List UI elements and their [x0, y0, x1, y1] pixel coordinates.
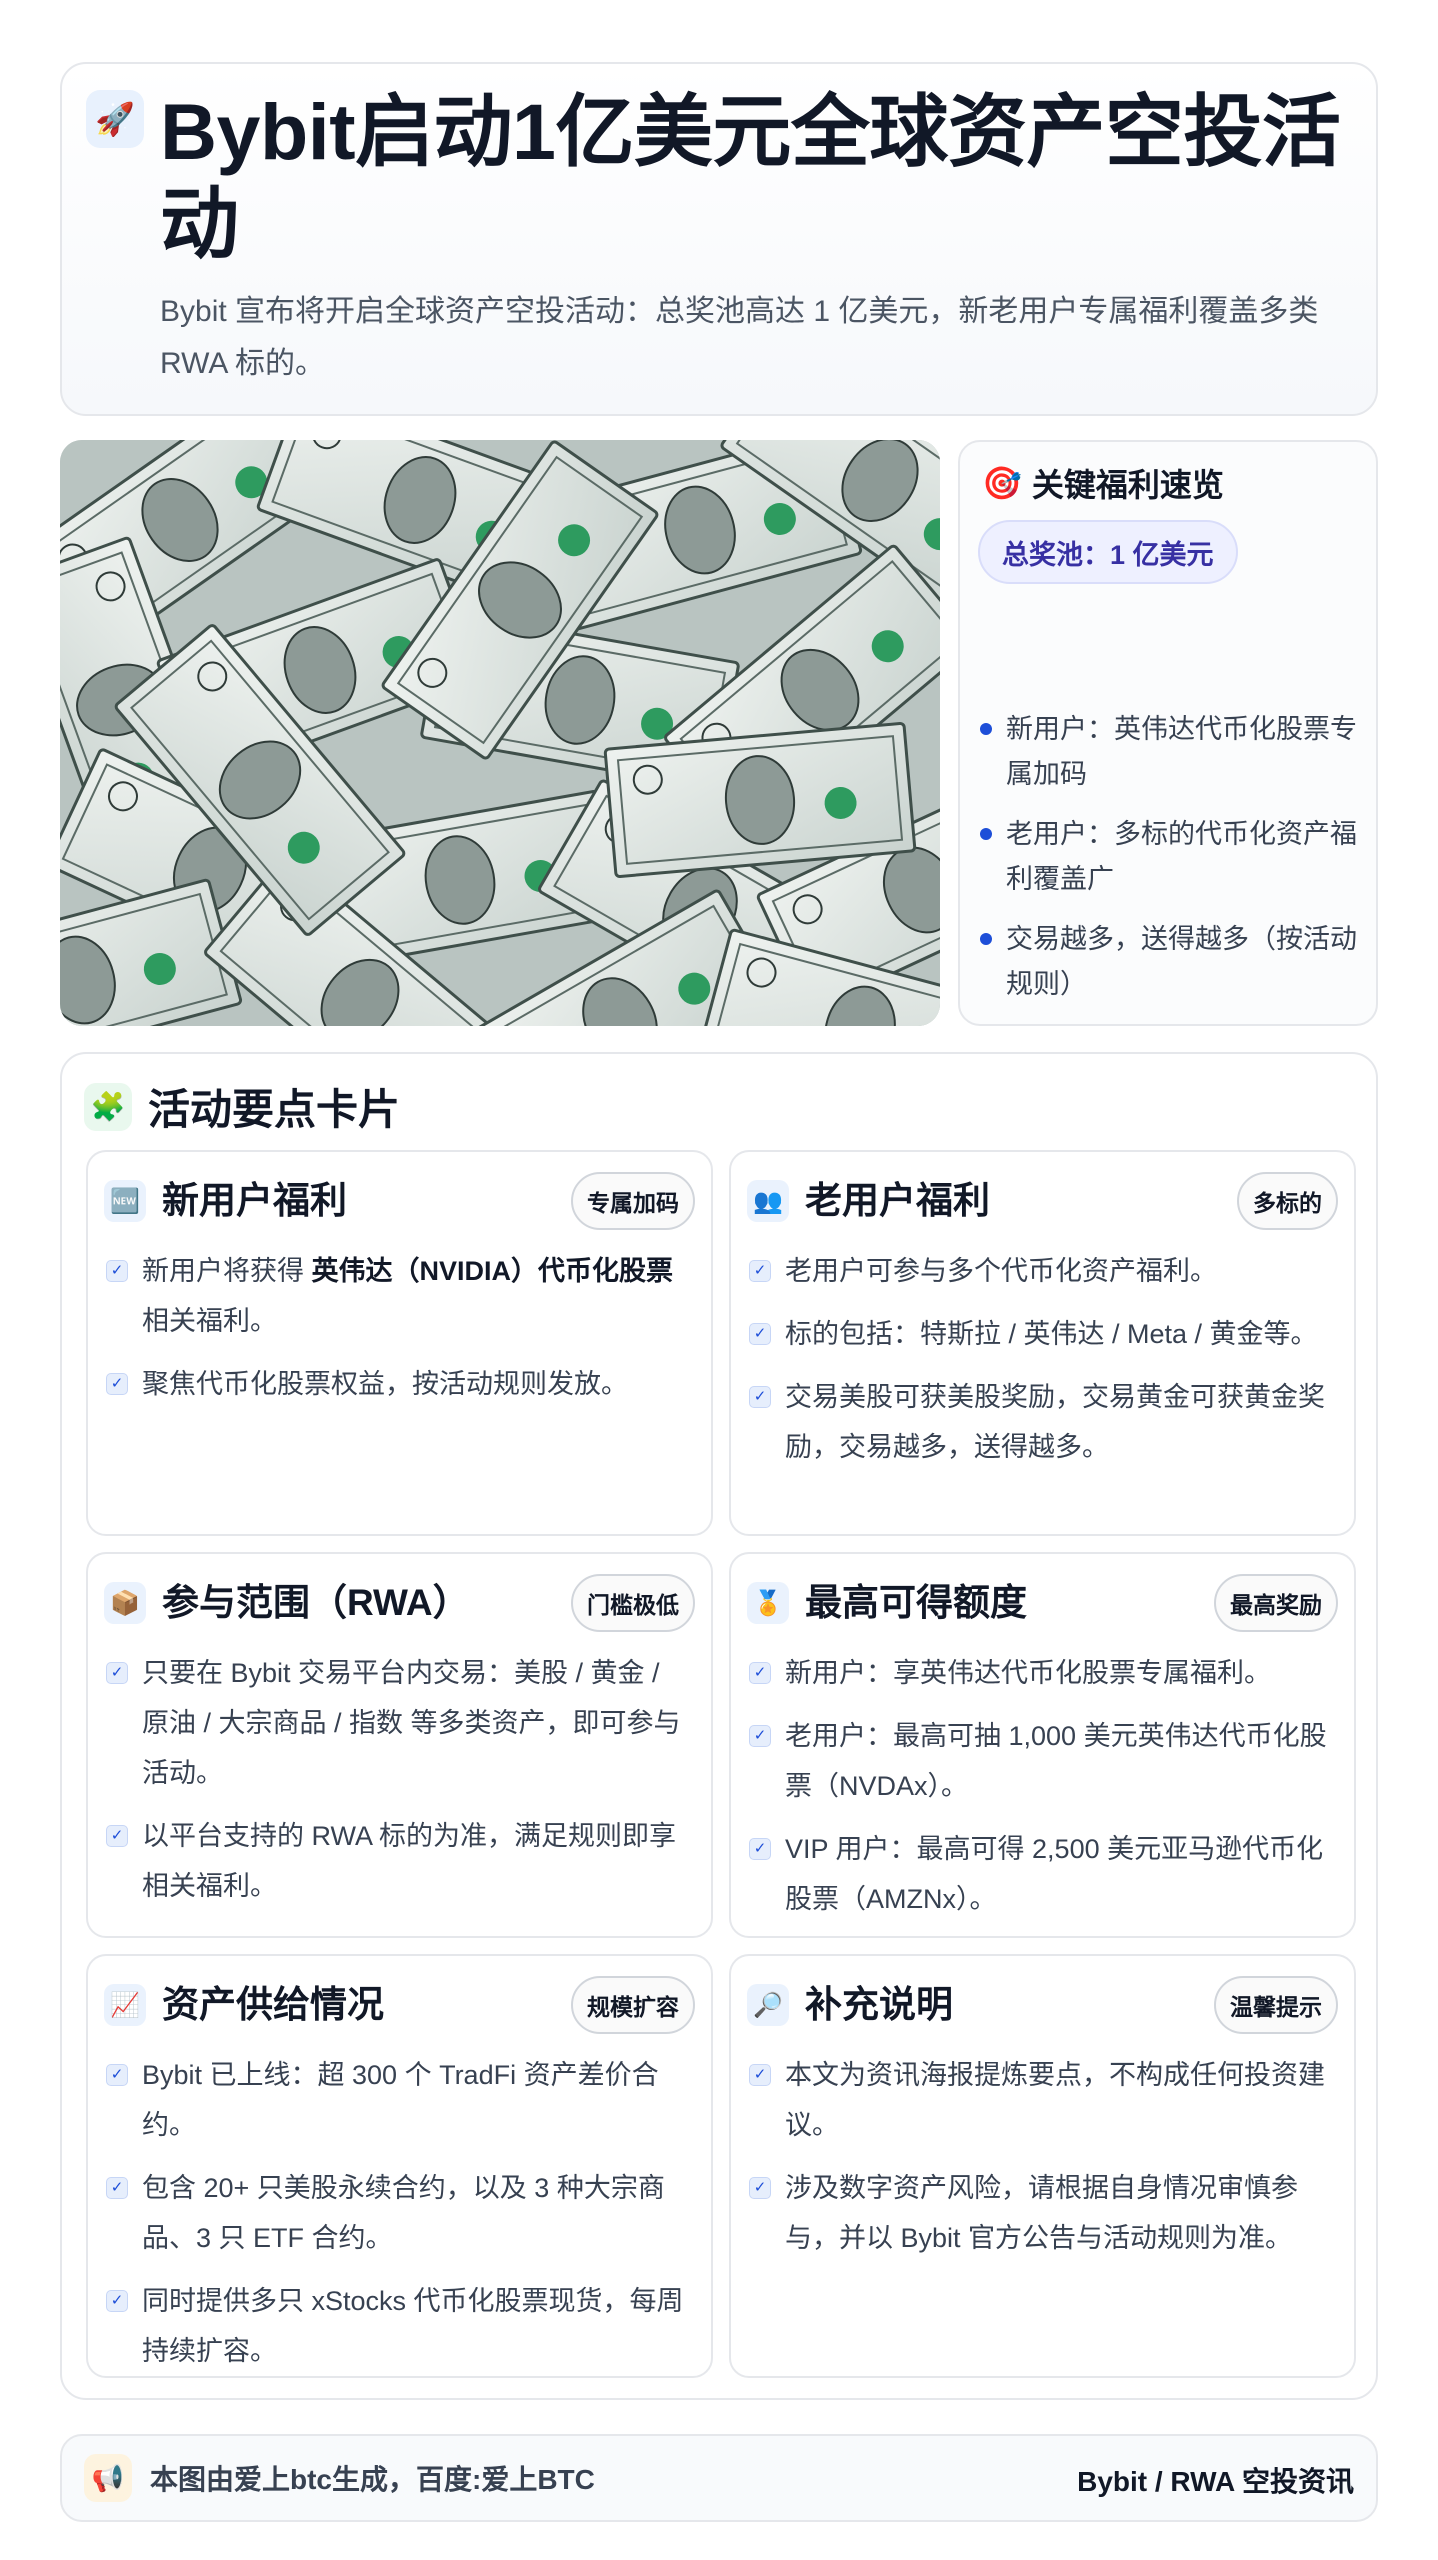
card-asset-supply: 📈 资产供给情况 规模扩容 ✓ Bybit 已上线：超 300 个 TradFi … [86, 1954, 713, 2378]
puzzle-icon: 🧩 [84, 1082, 132, 1131]
bullet-dot-icon [980, 828, 992, 840]
poster: 🚀 Bybit启动1亿美元全球资产空投活动 Bybit 宣布将开启全球资产空投活… [0, 0, 1438, 2560]
checkbox-icon: ✓ [749, 1323, 771, 1345]
prize-pool-badge: 总奖池：1 亿美元 [978, 520, 1238, 584]
list-item: ✓ 老用户：最高可抽 1,000 美元英伟达代币化股票（NVDAx）。 [749, 1711, 1336, 1811]
list-item: 交易越多，送得越多（按活动规则） [978, 917, 1363, 1007]
checkbox-icon: ✓ [106, 2290, 128, 2312]
checkbox-icon: ✓ [106, 1662, 128, 1684]
checkbox-icon: ✓ [749, 2177, 771, 2199]
dollar-bills-image [60, 440, 940, 1026]
key-benefits-panel: 🎯 关键福利速览 总奖池：1 亿美元 新用户：英伟达代币化股票专属加码 老用户：… [958, 440, 1378, 1026]
activity-cards-section: 🧩 活动要点卡片 🆕 新用户福利 专属加码 ✓ 新用户将获得 英伟达（NVIDIA… [60, 1052, 1378, 2400]
list-item: ✓ 同时提供多只 xStocks 代币化股票现货，每周持续扩容。 [106, 2276, 693, 2376]
checkbox-icon: ✓ [106, 2064, 128, 2086]
list-item: ✓ 只要在 Bybit 交易平台内交易：美股 / 黄金 / 原油 / 大宗商品 /… [106, 1648, 693, 1798]
section-title: 活动要点卡片 [148, 1086, 401, 1133]
card-tag: 温馨提示 [1214, 1976, 1338, 2034]
footer-bar: 📢 本图由爱上btc生成，百度:爱上BTC Bybit / RWA 空投资讯 [60, 2434, 1378, 2522]
card-notes: 🔎 补充说明 温馨提示 ✓ 本文为资讯海报提炼要点，不构成任何投资建议。 ✓ 涉及数… [729, 1954, 1356, 2378]
checkbox-icon: ✓ [749, 2064, 771, 2086]
card-title: 参与范围（RWA） [162, 1582, 470, 1623]
medal-icon: 🏅 [747, 1582, 789, 1624]
checkbox-icon: ✓ [106, 1825, 128, 1847]
card-tag: 门槛极低 [571, 1574, 695, 1632]
card-scope: 📦 参与范围（RWA） 门槛极低 ✓ 只要在 Bybit 交易平台内交易：美股 /… [86, 1552, 713, 1938]
list-item: ✓ Bybit 已上线：超 300 个 TradFi 资产差价合约。 [106, 2050, 693, 2150]
card-title: 最高可得额度 [805, 1582, 1027, 1623]
chart-up-icon: 📈 [104, 1984, 146, 2026]
package-icon: 📦 [104, 1582, 146, 1624]
checkbox-icon: ✓ [749, 1662, 771, 1684]
list-item: ✓ 以平台支持的 RWA 标的为准，满足规则即享相关福利。 [106, 1811, 693, 1911]
page-title: Bybit启动1亿美元全球资产空投活动 [160, 87, 1341, 268]
list-item: ✓ 包含 20+ 只美股永续合约，以及 3 种大宗商品、3 只 ETF 合约。 [106, 2163, 693, 2263]
users-icon: 👥 [747, 1180, 789, 1222]
checkbox-icon: ✓ [106, 1260, 128, 1282]
list-item: ✓ 新用户将获得 英伟达（NVIDIA）代币化股票 相关福利。 [106, 1246, 693, 1346]
card-title: 资产供给情况 [162, 1984, 384, 2025]
list-item: ✓ 涉及数字资产风险，请根据自身情况审慎参与，并以 Bybit 官方公告与活动规则… [749, 2163, 1336, 2263]
list-item: ✓ 交易美股可获美股奖励，交易黄金可获黄金奖励，交易越多，送得越多。 [749, 1372, 1336, 1472]
list-item: ✓ 老用户可参与多个代币化资产福利。 [749, 1246, 1336, 1296]
page-subtitle: Bybit 宣布将开启全球资产空投活动：总奖池高达 1 亿美元，新老用户专属福利… [160, 295, 1319, 380]
card-max-reward: 🏅 最高可得额度 最高奖励 ✓ 新用户：享英伟达代币化股票专属福利。 ✓ 老用户：最… [729, 1552, 1356, 1938]
card-tag: 最高奖励 [1214, 1574, 1338, 1632]
list-item: 老用户：多标的代币化资产福利覆盖广 [978, 812, 1363, 902]
card-title: 补充说明 [805, 1984, 953, 2025]
checkbox-icon: ✓ [749, 1260, 771, 1282]
card-new-user: 🆕 新用户福利 专属加码 ✓ 新用户将获得 英伟达（NVIDIA）代币化股票 相关… [86, 1150, 713, 1536]
list-item: ✓ 标的包括：特斯拉 / 英伟达 / Meta / 黄金等。 [749, 1309, 1336, 1359]
bullet-dot-icon [980, 933, 992, 945]
section-header: 🧩 活动要点卡片 [84, 1076, 400, 1137]
magnifier-icon: 🔎 [747, 1984, 789, 2026]
header-card: 🚀 Bybit启动1亿美元全球资产空投活动 Bybit 宣布将开启全球资产空投活… [60, 62, 1378, 416]
card-title: 老用户福利 [805, 1180, 990, 1221]
list-item: ✓ VIP 用户：最高可得 2,500 美元亚马逊代币化股票（AMZNx）。 [749, 1824, 1336, 1924]
list-item: ✓ 本文为资讯海报提炼要点，不构成任何投资建议。 [749, 2050, 1336, 2150]
checkbox-icon: ✓ [749, 1838, 771, 1860]
target-icon: 🎯 [982, 465, 1022, 501]
megaphone-icon: 📢 [84, 2454, 132, 2502]
key-benefits-header: 🎯 关键福利速览 [982, 460, 1224, 506]
checkbox-icon: ✓ [749, 1386, 771, 1408]
bullet-dot-icon [980, 723, 992, 735]
new-badge-icon: 🆕 [104, 1180, 146, 1222]
key-benefits-title: 关键福利速览 [1031, 467, 1224, 503]
dollar-bills-illustration [60, 440, 940, 1026]
list-item: ✓ 新用户：享英伟达代币化股票专属福利。 [749, 1648, 1336, 1698]
rocket-icon: 🚀 [86, 90, 144, 148]
card-existing-user: 👥 老用户福利 多标的 ✓ 老用户可参与多个代币化资产福利。 ✓ 标的包括：特斯拉 … [729, 1150, 1356, 1536]
footer-credit: 本图由爱上btc生成，百度:爱上BTC [150, 2464, 595, 2495]
list-item: 新用户：英伟达代币化股票专属加码 [978, 707, 1363, 797]
list-item: ✓ 聚焦代币化股票权益，按活动规则发放。 [106, 1359, 693, 1409]
card-tag: 多标的 [1237, 1172, 1338, 1230]
key-benefits-list: 新用户：英伟达代币化股票专属加码 老用户：多标的代币化资产福利覆盖广 交易越多，… [978, 707, 1363, 1022]
card-tag: 专属加码 [571, 1172, 695, 1230]
card-title: 新用户福利 [162, 1180, 347, 1221]
banknote [603, 722, 917, 878]
card-tag: 规模扩容 [571, 1976, 695, 2034]
checkbox-icon: ✓ [106, 1373, 128, 1395]
footer-tagline: Bybit / RWA 空投资讯 [1077, 2466, 1354, 2497]
checkbox-icon: ✓ [106, 2177, 128, 2199]
checkbox-icon: ✓ [749, 1725, 771, 1747]
